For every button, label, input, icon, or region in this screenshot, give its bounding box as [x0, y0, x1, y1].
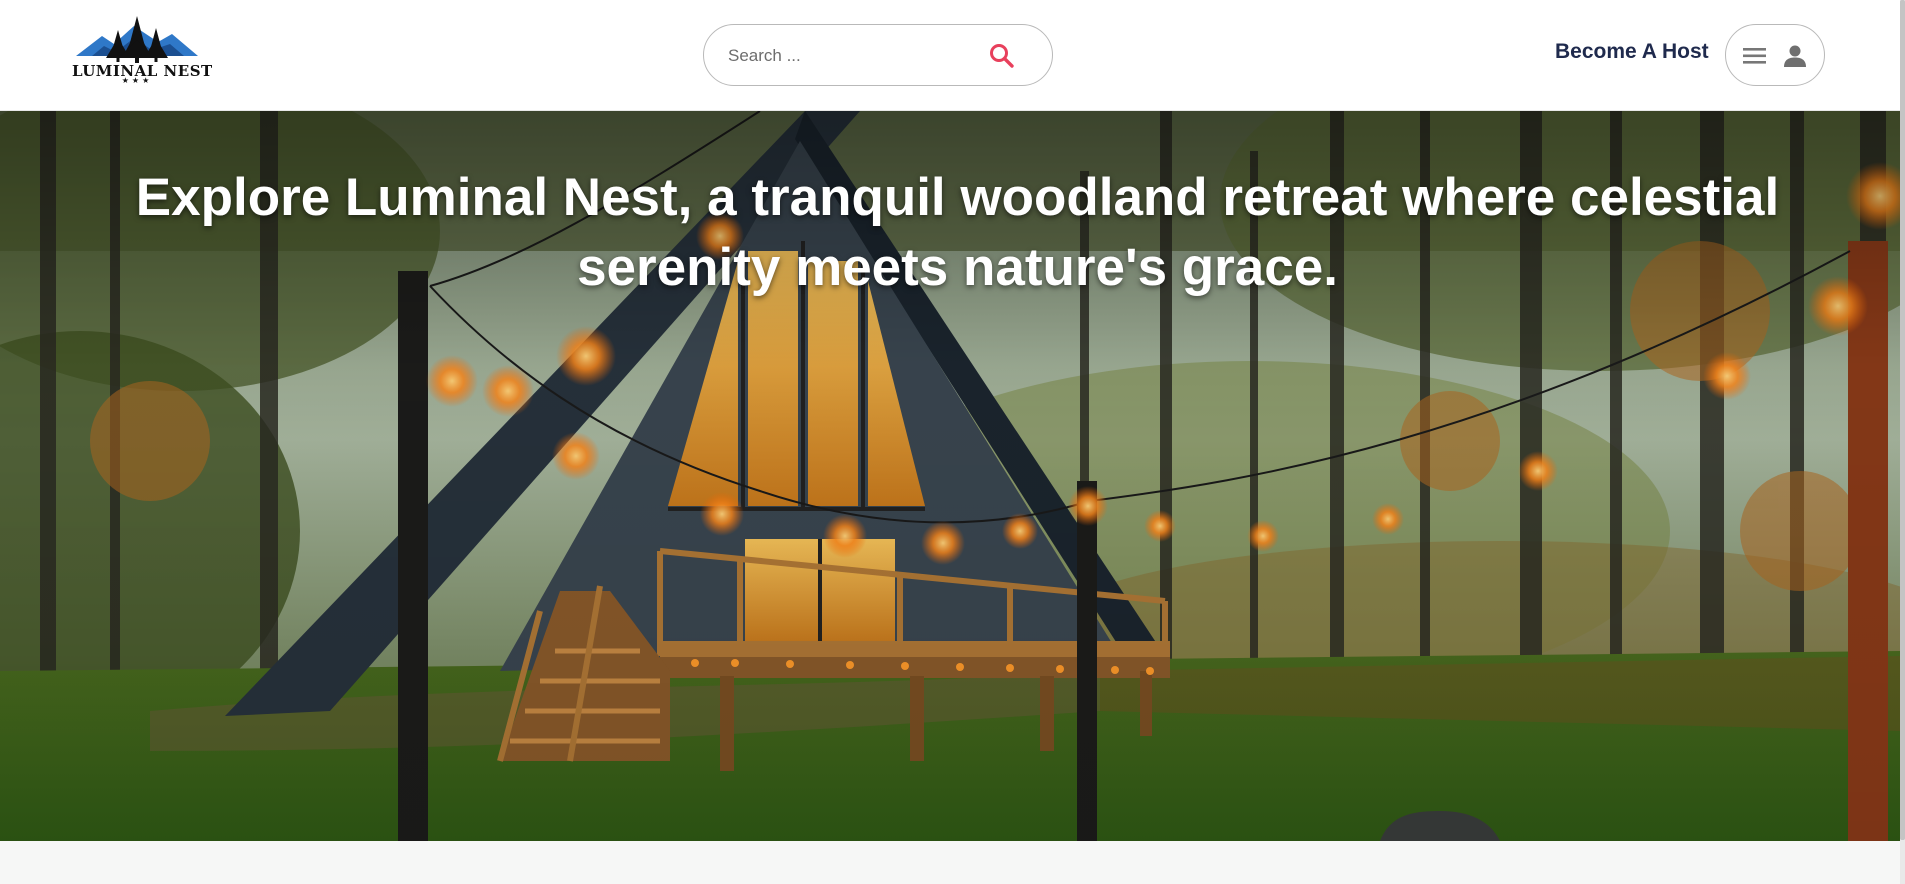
search-bar	[703, 24, 1053, 86]
hamburger-icon	[1743, 45, 1767, 72]
search-input[interactable]	[728, 41, 978, 71]
hero-banner: Explore Luminal Nest, a tranquil woodlan…	[0, 111, 1900, 841]
content-area	[0, 841, 1900, 884]
become-host-link[interactable]: Become A Host	[1555, 40, 1709, 64]
person-icon	[1782, 43, 1808, 74]
pine-trees-mountain-logo-icon	[76, 16, 198, 63]
hero-title: Explore Luminal Nest, a tranquil woodlan…	[135, 168, 1780, 297]
page-scrollbar[interactable]	[1900, 0, 1905, 884]
user-menu-button[interactable]	[1725, 24, 1825, 86]
scrollbar-thumb[interactable]	[1900, 0, 1905, 840]
brand-logo[interactable]: LUMINAL NEST ★★★	[72, 12, 212, 88]
page: LUMINAL NEST ★★★ Become A Host	[0, 0, 1905, 884]
search-icon[interactable]	[988, 42, 1016, 70]
brand-stars: ★★★	[121, 76, 153, 85]
site-header: LUMINAL NEST ★★★ Become A Host	[0, 0, 1900, 111]
